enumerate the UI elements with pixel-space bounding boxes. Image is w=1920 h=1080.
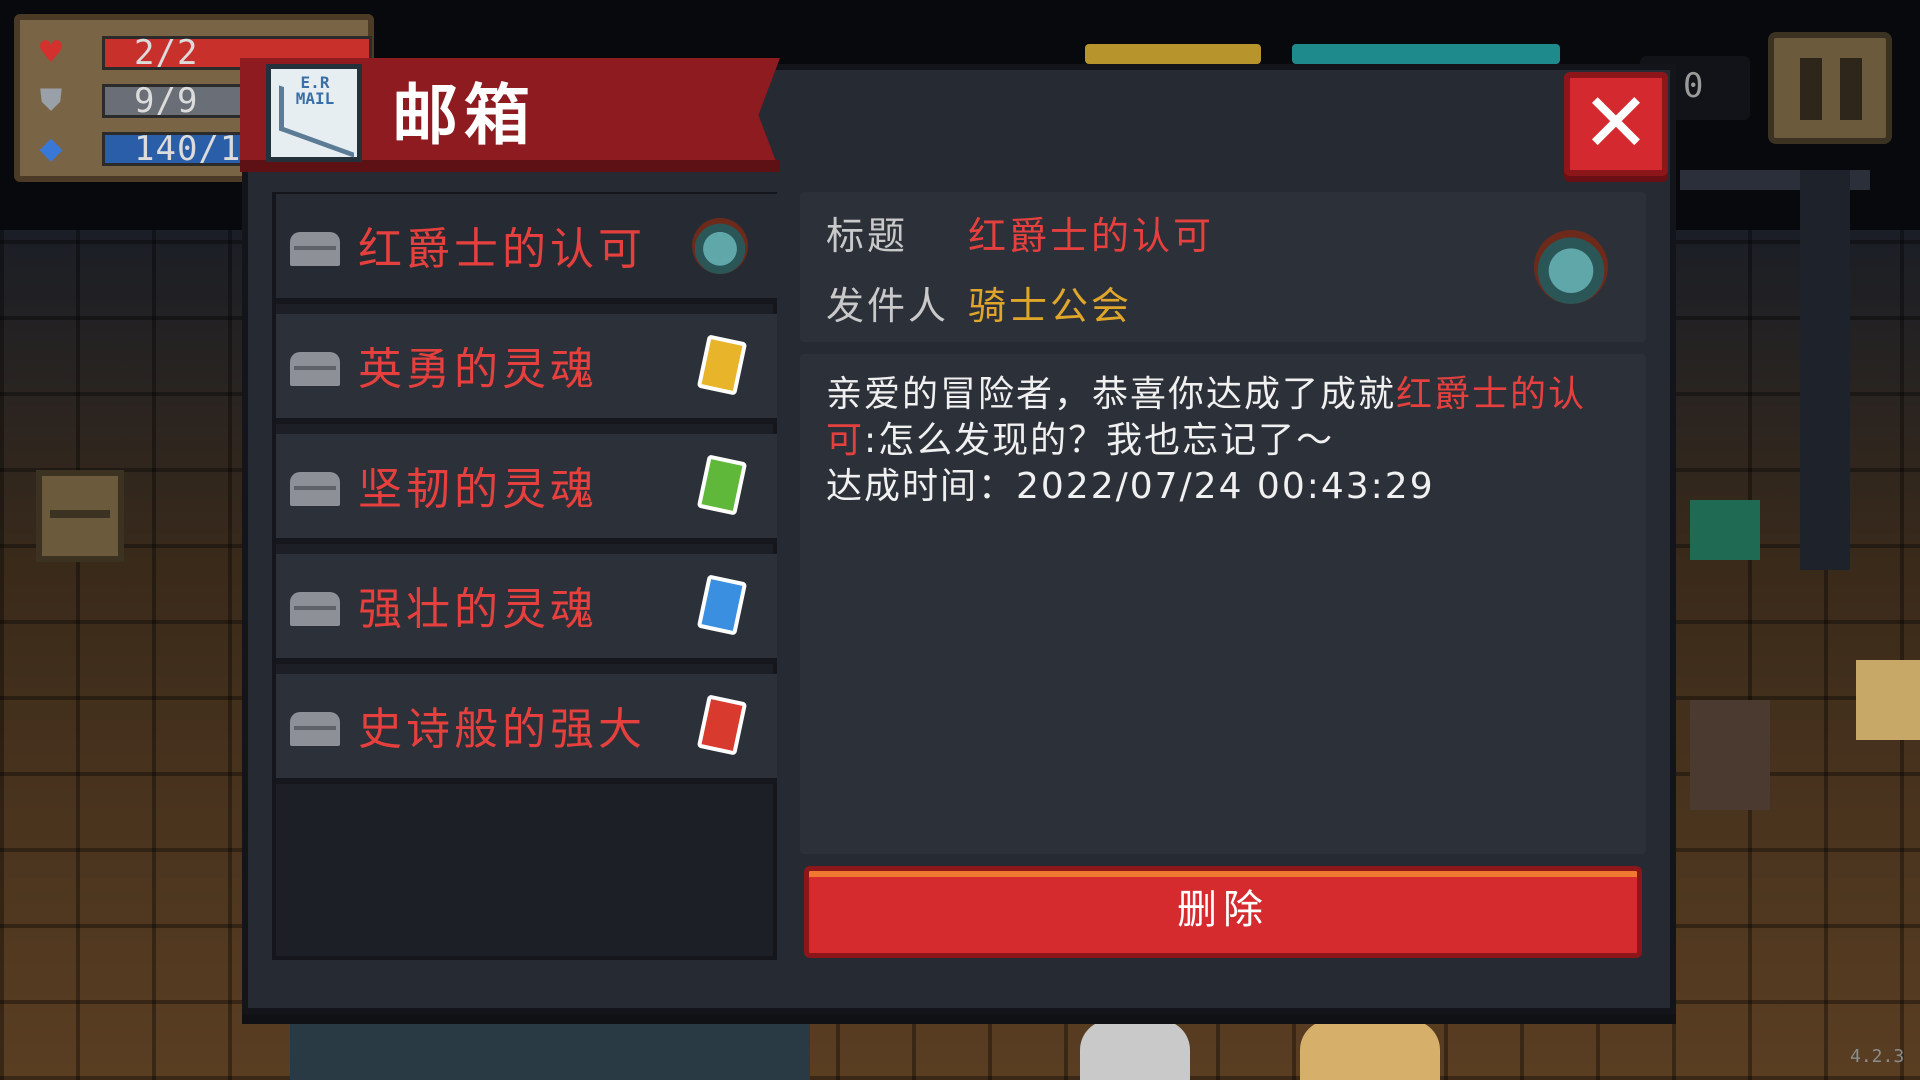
game-prop	[1080, 1020, 1190, 1080]
mail-item-label: 强壮的灵魂	[358, 584, 598, 635]
title-label: 标题	[826, 214, 909, 258]
envelope-open-icon	[290, 592, 340, 626]
helmet-icon	[692, 218, 754, 280]
boss-bar-teal	[1292, 44, 1560, 64]
mail-item[interactable]: 强壮的灵魂	[276, 554, 777, 664]
mail-item[interactable]: 史诗般的强大	[276, 674, 777, 784]
pause-icon	[1800, 58, 1822, 120]
mail-body: 亲爱的冒险者，恭喜你达成了成就红爵士的认可:怎么发现的？我也忘记了～ 达成时间：…	[826, 372, 1626, 510]
mail-item[interactable]: 英勇的灵魂	[276, 314, 777, 424]
mail-title: 红爵士的认可	[968, 214, 1215, 258]
green-card-icon	[692, 454, 754, 520]
helmet-icon	[1534, 230, 1608, 304]
sender-label: 发件人	[826, 284, 950, 328]
energy-value: 140/1	[134, 129, 242, 169]
mail-body-text: 亲爱的冒险者，恭喜你达成了成就	[826, 374, 1397, 415]
mail-item[interactable]: 坚韧的灵魂	[276, 434, 777, 544]
dialog-title: 邮箱	[392, 77, 536, 154]
mail-item-label: 英勇的灵魂	[358, 344, 598, 395]
close-icon: ✕	[1581, 76, 1651, 171]
gold-card-icon	[692, 334, 754, 400]
version-label: 4.2.3	[1850, 1046, 1905, 1067]
armor-value: 9/9	[134, 81, 199, 121]
close-button[interactable]: ✕	[1564, 72, 1668, 176]
mail-icon-label: E.R MAIL	[295, 73, 335, 108]
pause-icon	[1840, 58, 1862, 120]
mail-body-text: :怎么发现的？我也忘记了～	[864, 420, 1335, 461]
delete-label: 删除	[1177, 887, 1269, 933]
delete-button[interactable]: 删除	[804, 866, 1642, 958]
diamond-icon: ◆	[39, 131, 63, 166]
game-prop	[1300, 1020, 1440, 1080]
shield-icon: ⛊	[39, 83, 63, 118]
game-prop	[1856, 660, 1920, 740]
blue-card-icon	[692, 574, 754, 640]
envelope-open-icon	[290, 472, 340, 506]
game-wall	[1800, 170, 1850, 570]
treasure-chest	[36, 470, 124, 562]
game-prop	[1690, 500, 1760, 560]
envelope-open-icon	[290, 712, 340, 746]
mail-item-label: 史诗般的强大	[358, 704, 646, 755]
mail-icon: E.R MAIL	[266, 64, 362, 162]
red-card-icon	[692, 694, 754, 760]
mail-sender: 骑士公会	[968, 284, 1133, 328]
mail-item-label: 红爵士的认可	[358, 224, 646, 275]
envelope-open-icon	[290, 232, 340, 266]
coin-value: 0	[1683, 66, 1704, 106]
mail-item[interactable]: 红爵士的认可	[276, 194, 777, 304]
game-prop	[1690, 700, 1770, 810]
game-prop	[290, 1020, 810, 1080]
heart-icon: ♥	[37, 35, 65, 70]
health-value: 2/2	[134, 33, 199, 73]
mail-item-label: 坚韧的灵魂	[358, 464, 598, 515]
pause-button[interactable]	[1768, 32, 1892, 144]
achievement-time: 达成时间：2022/07/24 00:43:29	[826, 466, 1435, 507]
boss-bar-yellow	[1085, 44, 1261, 64]
envelope-open-icon	[290, 352, 340, 386]
